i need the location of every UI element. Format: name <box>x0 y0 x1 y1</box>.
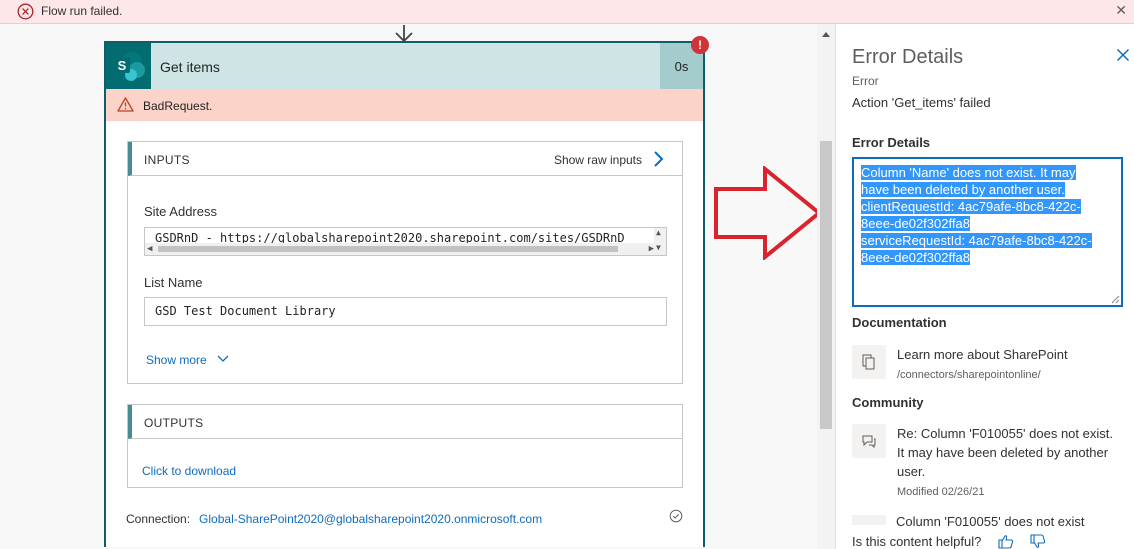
error-line: serviceRequestId: 4ac79afe-8bc8-422c- <box>861 233 1092 248</box>
documentation-icon <box>852 345 886 379</box>
community-icon <box>852 424 886 458</box>
inputs-header: INPUTS Show raw inputs <box>128 142 682 176</box>
error-line: clientRequestId: 4ac79afe-8bc8-422c- <box>861 199 1081 214</box>
close-icon[interactable] <box>1116 48 1130 62</box>
sharepoint-icon: S <box>106 43 151 89</box>
resize-grip-icon[interactable] <box>1111 295 1120 304</box>
chevron-down-icon[interactable] <box>217 355 229 363</box>
community-modified: Modified 02/26/21 <box>897 486 985 498</box>
site-address-field[interactable]: GSDRnD - https://globalsharepoint2020.sh… <box>144 227 667 256</box>
outputs-header: OUTPUTS <box>128 405 682 439</box>
banner-message: Flow run failed. <box>41 4 123 18</box>
list-name-value: GSD Test Document Library <box>155 304 336 318</box>
outputs-label: OUTPUTS <box>144 416 204 430</box>
scroll-up-icon[interactable] <box>821 30 831 38</box>
panel-title: Error Details <box>852 46 964 68</box>
community-post-link[interactable]: Re: Column 'F010055' does not exist. It … <box>897 426 1113 479</box>
error-line: Column 'Name' does not exist. It may <box>861 165 1076 180</box>
svg-text:S: S <box>118 58 127 73</box>
community-item[interactable]: Re: Column 'F010055' does not exist. It … <box>852 424 1122 504</box>
scroll-left-icon[interactable]: ◀ <box>147 243 152 255</box>
list-name-label: List Name <box>144 275 203 290</box>
thumbs-up-icon[interactable] <box>998 534 1014 549</box>
doc-path: /connectors/sharepointonline/ <box>897 369 1041 381</box>
scroll-up-icon[interactable]: ▲ <box>656 228 661 238</box>
scroll-thumb[interactable] <box>158 246 618 252</box>
connection-label: Connection: <box>126 512 191 526</box>
click-to-download-link[interactable]: Click to download <box>142 464 236 478</box>
action-failed-text: Action 'Get_items' failed <box>852 95 991 110</box>
community-post-link[interactable]: Column 'F010055' does not exist <box>896 514 1085 529</box>
inputs-section: INPUTS Show raw inputs Site Address GSDR… <box>127 141 683 384</box>
documentation-item[interactable]: Learn more about SharePoint /connectors/… <box>852 345 1122 385</box>
get-items-card: S Get items 0s BadRequest. INPUTS Show r… <box>104 41 705 547</box>
community-icon <box>852 515 886 525</box>
warning-icon <box>117 97 134 112</box>
chevron-right-icon[interactable] <box>651 150 665 168</box>
horizontal-scrollbar[interactable]: ◀ ▶ <box>145 243 666 255</box>
show-more-link[interactable]: Show more <box>146 353 207 367</box>
error-line: 8eee-de02f302ffa8 <box>861 216 970 231</box>
error-badge: ! <box>691 36 709 54</box>
documentation-heading: Documentation <box>852 315 947 330</box>
close-icon[interactable]: ✕ <box>1115 2 1127 19</box>
show-raw-inputs-link[interactable]: Show raw inputs <box>554 153 642 167</box>
error-banner: Flow run failed. ✕ <box>0 0 1134 24</box>
error-line: have been deleted by another user. <box>861 182 1065 197</box>
error-circle-icon <box>17 3 34 20</box>
error-category: Error <box>852 74 879 88</box>
card-header[interactable]: S Get items 0s <box>106 43 703 90</box>
error-details-textarea[interactable]: Column 'Name' does not exist. It may hav… <box>852 157 1123 307</box>
error-line: 8eee-de02f302ffa8 <box>861 250 970 265</box>
error-status-text: BadRequest. <box>143 99 213 113</box>
list-name-field[interactable]: GSD Test Document Library <box>144 297 667 326</box>
card-title: Get items <box>160 59 220 75</box>
connection-row: Connection: Global-SharePoint2020@globals… <box>126 512 542 526</box>
error-details-panel: Error Details Error Action 'Get_items' f… <box>835 24 1134 549</box>
vertical-scroll-buttons[interactable]: ▲ ▼ <box>654 228 666 255</box>
helpful-prompt: Is this content helpful? <box>852 534 982 549</box>
error-details-heading: Error Details <box>852 135 931 150</box>
check-circle-icon <box>669 509 683 523</box>
error-status-bar: BadRequest. <box>106 90 703 121</box>
outputs-section: OUTPUTS Click to download <box>127 404 683 488</box>
community-heading: Community <box>852 395 924 410</box>
thumbs-down-icon[interactable] <box>1030 534 1046 549</box>
doc-link[interactable]: Learn more about SharePoint <box>897 347 1068 362</box>
connection-account-link[interactable]: Global-SharePoint2020@globalsharepoint20… <box>199 512 542 526</box>
site-address-label: Site Address <box>144 204 217 219</box>
red-arrow-icon <box>714 166 823 260</box>
inputs-label: INPUTS <box>144 153 190 167</box>
page-scroll-thumb[interactable] <box>820 141 832 429</box>
scroll-down-icon[interactable]: ▼ <box>656 243 661 253</box>
